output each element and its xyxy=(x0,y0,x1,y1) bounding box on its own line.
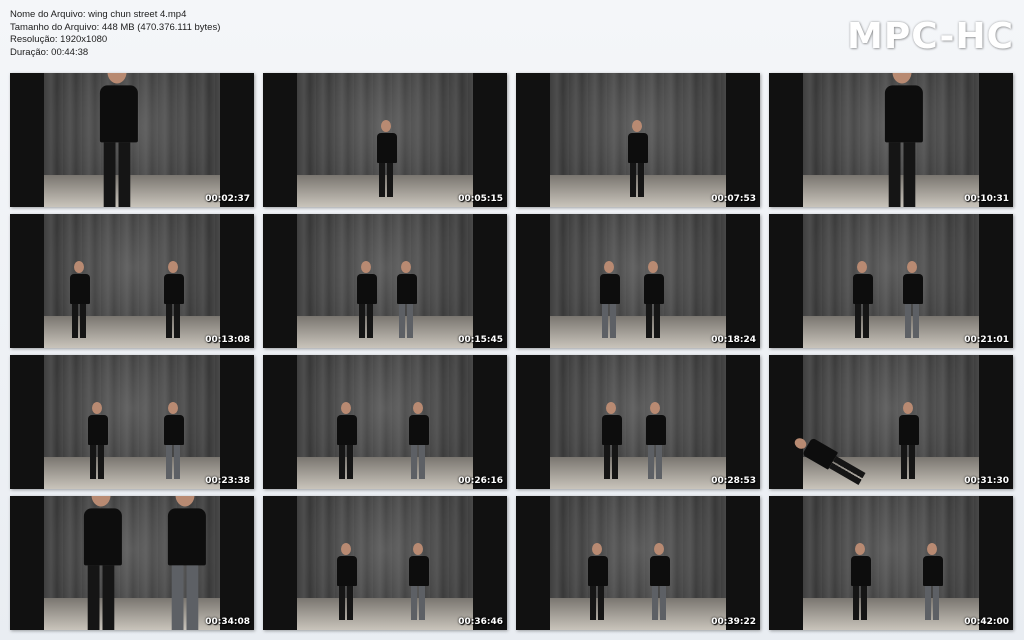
person-figure xyxy=(357,261,377,338)
video-frame xyxy=(44,355,220,489)
video-frame xyxy=(803,73,979,207)
timestamp-label: 00:18:24 xyxy=(711,335,756,345)
timestamp-label: 00:36:46 xyxy=(458,617,503,627)
timestamp-label: 00:15:45 xyxy=(458,335,503,345)
video-thumbnail: 00:13:08 xyxy=(10,214,254,348)
duration-text: Duração: 00:44:38 xyxy=(10,46,89,58)
person-figure xyxy=(646,402,666,479)
timestamp-label: 00:28:53 xyxy=(711,476,756,486)
person-figure xyxy=(602,402,622,479)
timestamp-label: 00:07:53 xyxy=(711,194,756,204)
video-thumbnail: 00:23:38 xyxy=(10,355,254,489)
person-figure xyxy=(164,402,184,479)
person-figure xyxy=(99,73,138,207)
video-thumbnail: 00:18:24 xyxy=(516,214,760,348)
timestamp-label: 00:42:00 xyxy=(964,617,1009,627)
timestamp-label: 00:39:22 xyxy=(711,617,756,627)
video-frame xyxy=(44,73,220,207)
video-thumbnail: 00:02:37 xyxy=(10,73,254,207)
video-frame xyxy=(297,73,473,207)
thumbnail-grid: 00:02:37 00:05:15 00:07:53 00:10:31 00:1… xyxy=(10,73,1013,630)
file-info-panel: Nome do Arquivo: wing chun street 4.mp4 … xyxy=(10,9,220,59)
person-figure xyxy=(923,543,943,620)
video-frame xyxy=(803,496,979,630)
video-thumbnail: 00:10:31 xyxy=(769,73,1013,207)
person-figure xyxy=(409,543,429,620)
person-figure xyxy=(899,402,919,479)
person-figure xyxy=(628,120,648,197)
video-frame xyxy=(550,214,726,348)
person-figure xyxy=(88,402,108,479)
person-figure xyxy=(903,261,923,338)
video-thumbnail: 00:15:45 xyxy=(263,214,507,348)
timestamp-label: 00:10:31 xyxy=(964,194,1009,204)
person-figure xyxy=(83,496,122,630)
video-thumbnail: 00:26:16 xyxy=(263,355,507,489)
person-figure xyxy=(337,543,357,620)
video-frame xyxy=(297,214,473,348)
file-size-text: Tamanho do Arquivo: 448 MB (470.376.111 … xyxy=(10,21,221,33)
timestamp-label: 00:02:37 xyxy=(205,194,250,204)
video-frame xyxy=(297,355,473,489)
video-frame xyxy=(792,355,979,489)
video-frame xyxy=(44,214,220,348)
video-frame xyxy=(550,73,726,207)
resolution-text: Resolução: 1920x1080 xyxy=(10,34,108,45)
file-name-text: Nome do Arquivo: wing chun street 4.mp4 xyxy=(10,9,187,20)
video-thumbnail: 00:42:00 xyxy=(769,496,1013,630)
person-figure xyxy=(377,120,397,197)
timestamp-label: 00:26:16 xyxy=(458,476,503,486)
video-thumbnail: 00:05:15 xyxy=(263,73,507,207)
video-frame xyxy=(297,496,473,630)
video-thumbnail: 00:28:53 xyxy=(516,355,760,489)
person-figure xyxy=(164,261,184,338)
mpc-hc-logo: MPC-HC xyxy=(847,16,1014,57)
timestamp-label: 00:31:30 xyxy=(964,476,1009,486)
video-frame xyxy=(44,496,220,630)
video-frame xyxy=(550,496,726,630)
timestamp-label: 00:13:08 xyxy=(205,335,250,345)
person-figure xyxy=(853,261,873,338)
person-figure xyxy=(409,402,429,479)
video-thumbnail: 00:07:53 xyxy=(516,73,760,207)
person-figure xyxy=(588,543,608,620)
person-figure xyxy=(600,261,620,338)
person-figure xyxy=(884,73,923,207)
timestamp-label: 00:34:08 xyxy=(205,617,250,627)
video-thumbnail: 00:39:22 xyxy=(516,496,760,630)
person-figure xyxy=(337,402,357,479)
timestamp-label: 00:21:01 xyxy=(964,335,1009,345)
person-figure xyxy=(167,496,206,630)
video-frame xyxy=(803,214,979,348)
timestamp-label: 00:23:38 xyxy=(205,476,250,486)
video-thumbnail: 00:34:08 xyxy=(10,496,254,630)
person-figure xyxy=(851,543,871,620)
video-thumbnail: 00:36:46 xyxy=(263,496,507,630)
person-figure xyxy=(644,261,664,338)
person-figure xyxy=(70,261,90,338)
person-figure xyxy=(791,433,867,487)
video-thumbnail: 00:31:30 xyxy=(769,355,1013,489)
person-figure xyxy=(397,261,417,338)
video-thumbnail: 00:21:01 xyxy=(769,214,1013,348)
timestamp-label: 00:05:15 xyxy=(458,194,503,204)
person-figure xyxy=(650,543,670,620)
video-frame xyxy=(550,355,726,489)
